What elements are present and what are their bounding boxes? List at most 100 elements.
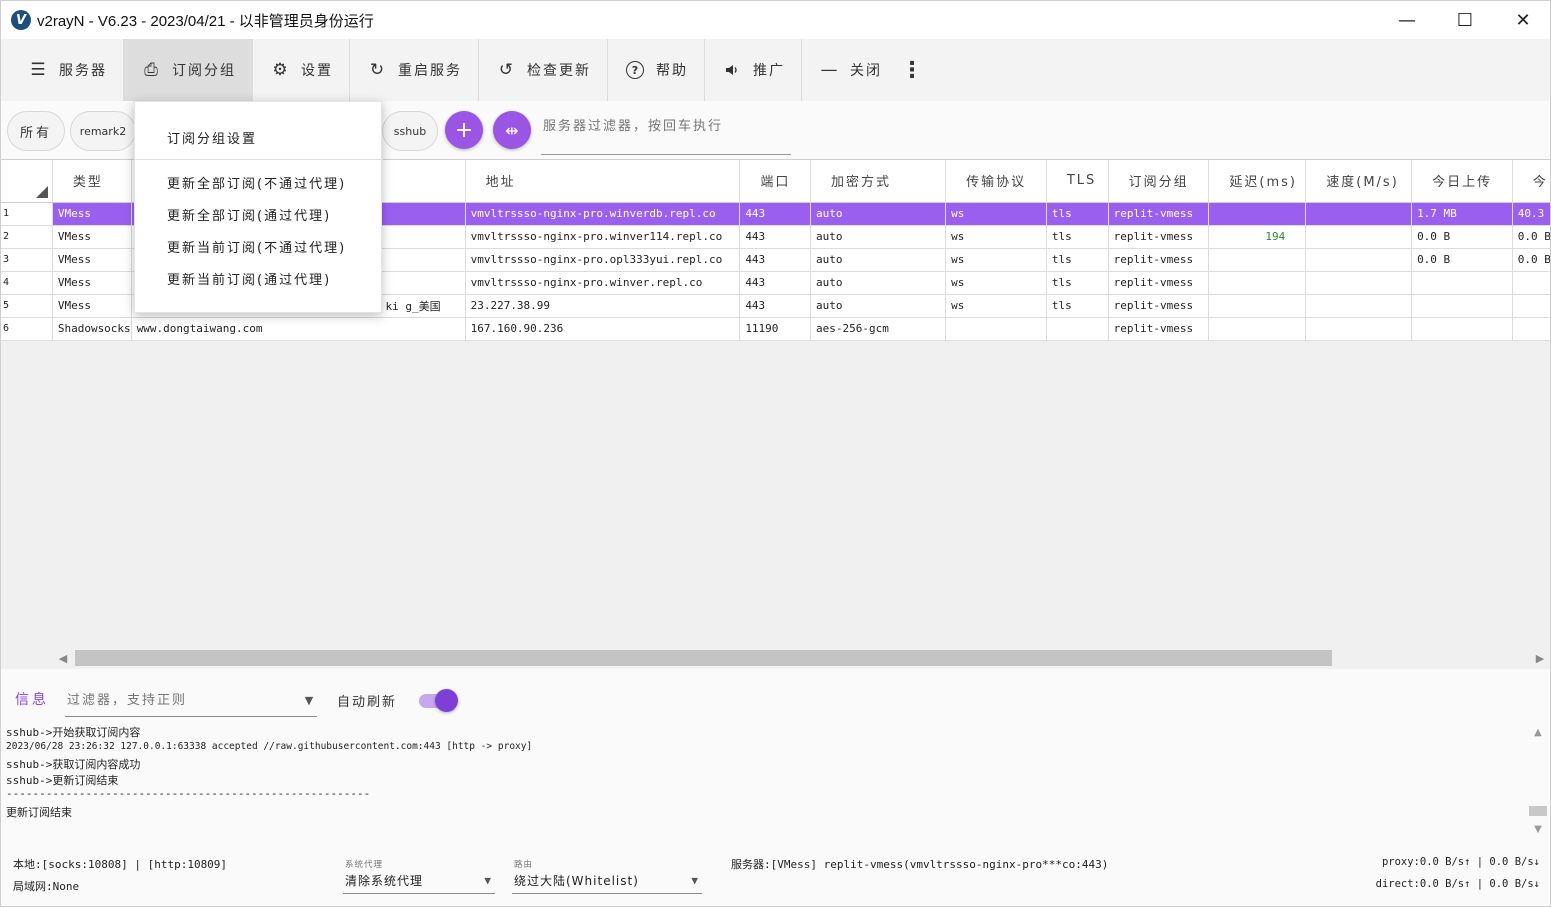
log-filter-field[interactable]: ▼ [65, 685, 317, 717]
cell-address: vmvltrssso-nginx-pro.winver.repl.co [465, 271, 741, 295]
table-row[interactable]: 6 Shadowsocks www.dongtaiwang.com 167.16… [1, 317, 1550, 341]
col-header-port[interactable]: 端口 [739, 160, 811, 203]
v2rayn-logo-icon: V [11, 10, 31, 30]
server-filter-input[interactable] [541, 113, 791, 140]
col-header-tls[interactable]: TLS [1046, 160, 1109, 203]
minus-icon: — [820, 60, 838, 80]
auto-refresh-toggle[interactable] [419, 689, 459, 712]
col-header-speed[interactable]: 速度(M/s) [1305, 160, 1413, 203]
cell-tls: tls [1046, 271, 1109, 295]
cell-port: 11190 [739, 317, 811, 341]
cell-delay: 194 [1208, 225, 1307, 249]
col-header-type[interactable]: 类型 [52, 160, 132, 203]
toolbar-restart-label: 重启服务 [398, 63, 462, 79]
col-header-delay[interactable]: 延迟(ms) [1208, 160, 1307, 203]
close-button[interactable]: ✕ [1494, 1, 1550, 39]
log-line: ----------------------------------------… [6, 787, 371, 800]
menu-separator [135, 159, 383, 160]
server-filter-field[interactable] [541, 113, 791, 155]
system-proxy-label: 系统代理 [345, 860, 384, 870]
restart-icon: ↻ [369, 60, 385, 80]
server-icon: ☰ [30, 60, 46, 80]
toolbar-check-update-label: 检查更新 [527, 63, 591, 79]
cell-speed [1305, 202, 1413, 226]
toolbar-restart-button[interactable]: ↻ 重启服务 [350, 39, 479, 101]
cell-today-down: 0.0 B [1512, 225, 1550, 249]
menu-item-update-all-proxy[interactable]: 更新全部订阅(通过代理) [135, 199, 383, 229]
toolbar-help-label: 帮助 [656, 63, 688, 79]
toolbar-help-button[interactable]: ? 帮助 [608, 39, 705, 101]
window-title: v2rayN - V6.23 - 2023/04/21 - 以非管理员身份运行 [37, 12, 374, 30]
toolbar-close-button[interactable]: — 关闭 [802, 39, 898, 101]
maximize-button[interactable]: ☐ [1436, 1, 1494, 39]
toolbar-subscription-label: 订阅分组 [172, 63, 236, 79]
title-bar: V v2rayN - V6.23 - 2023/04/21 - 以非管理员身份运… [1, 1, 1550, 39]
chip-sshub[interactable]: sshub [382, 111, 438, 151]
menu-item-update-current-no-proxy[interactable]: 更新当前订阅(不通过代理) [135, 231, 383, 261]
current-server-info: 服务器:[VMess] replit-vmess(vmvltrssso-ngin… [731, 858, 1109, 871]
log-toolbar: 信息 ▼ 自动刷新 [1, 681, 1550, 719]
chevron-down-icon: ▼ [691, 874, 698, 887]
toolbar-settings-label: 设置 [301, 63, 333, 79]
cell-tls: tls [1046, 294, 1109, 318]
cell-delay [1208, 271, 1307, 295]
cell-today-up [1411, 294, 1513, 318]
log-filter-input[interactable] [65, 693, 301, 708]
menu-item-update-current-proxy[interactable]: 更新当前订阅(通过代理) [135, 263, 383, 293]
col-header-subgroup[interactable]: 订阅分组 [1108, 160, 1210, 203]
cell-type: VMess [52, 225, 132, 249]
col-header-address[interactable]: 地址 [465, 160, 741, 203]
menu-item-update-all-no-proxy[interactable]: 更新全部订阅(不通过代理) [135, 167, 383, 197]
toolbar-promotion-button[interactable]: 推广 [705, 39, 802, 101]
scrollbar-thumb[interactable] [75, 650, 1332, 666]
toolbar-subscription-button[interactable]: ⎙ 订阅分组 [124, 39, 253, 101]
col-header-network[interactable]: 传输协议 [945, 160, 1047, 203]
cell-port: 443 [739, 294, 811, 318]
minimize-button[interactable]: — [1378, 1, 1436, 39]
system-proxy-combo[interactable]: 系统代理 清除系统代理 ▼ [343, 858, 495, 894]
cell-network: ws [945, 294, 1047, 318]
toolbar-settings-button[interactable]: ⚙ 设置 [253, 39, 350, 101]
cell-security: auto [810, 271, 947, 295]
log-vertical-scrollbar[interactable]: ▲ ▼ [1527, 721, 1549, 839]
cell-today-up: 1.7 MB [1411, 202, 1513, 226]
cell-remarks: www.dongtaiwang.com [131, 317, 466, 341]
cell-network: ws [945, 225, 1047, 249]
chevron-down-icon[interactable]: ▼ [301, 694, 317, 707]
cell-subgroup: replit-vmess [1108, 294, 1210, 318]
scroll-up-icon[interactable]: ▲ [1527, 723, 1549, 741]
log-line: sshub->开始获取订阅内容 [6, 726, 141, 739]
menu-item-subscription-settings[interactable]: 订阅分组设置 [135, 122, 383, 152]
cell-address: vmvltrssso-nginx-pro.opl333yui.repl.co [465, 248, 741, 272]
cell-tls: tls [1046, 202, 1109, 226]
more-options-icon[interactable]: ⋮ [898, 39, 926, 101]
scroll-down-icon[interactable]: ▼ [1527, 820, 1549, 838]
chip-remark2[interactable]: remark2 [70, 111, 136, 151]
scroll-right-icon[interactable]: ▶ [1530, 648, 1550, 668]
cell-type: VMess [52, 271, 132, 295]
grid-horizontal-scrollbar[interactable]: ◀ ▶ [53, 648, 1550, 668]
split-view-icon[interactable]: ⇹ [493, 111, 531, 149]
cell-subgroup: replit-vmess [1108, 317, 1210, 341]
routing-value: 绕过大陆(Whitelist) [514, 874, 639, 888]
select-all-corner[interactable] [1, 160, 53, 203]
log-info-tab[interactable]: 信息 [15, 689, 49, 709]
chip-all[interactable]: 所有 [7, 111, 65, 151]
col-header-security[interactable]: 加密方式 [810, 160, 947, 203]
col-header-today-up[interactable]: 今日上传 [1411, 160, 1513, 203]
scroll-left-icon[interactable]: ◀ [53, 648, 73, 668]
proxy-speed: proxy:0.0 B/s↑ | 0.0 B/s↓ [1381, 856, 1540, 868]
routing-label: 路由 [514, 860, 534, 870]
toolbar-servers-button[interactable]: ☰ 服务器 [11, 39, 124, 101]
log-output[interactable]: sshub->开始获取订阅内容 2023/06/28 23:26:32 127.… [1, 719, 1529, 839]
col-header-today-down[interactable]: 今 [1512, 160, 1550, 203]
row-number: 4 [1, 271, 53, 295]
toolbar-check-update-button[interactable]: ↺ 检查更新 [479, 39, 608, 101]
cell-subgroup: replit-vmess [1108, 225, 1210, 249]
cell-today-up: 0.0 B [1411, 225, 1513, 249]
log-scrollbar-thumb[interactable] [1529, 806, 1547, 816]
cell-today-up [1411, 271, 1513, 295]
add-subscription-button[interactable]: + [445, 111, 483, 149]
cell-today-down [1512, 317, 1550, 341]
routing-combo[interactable]: 路由 绕过大陆(Whitelist) ▼ [512, 858, 702, 894]
